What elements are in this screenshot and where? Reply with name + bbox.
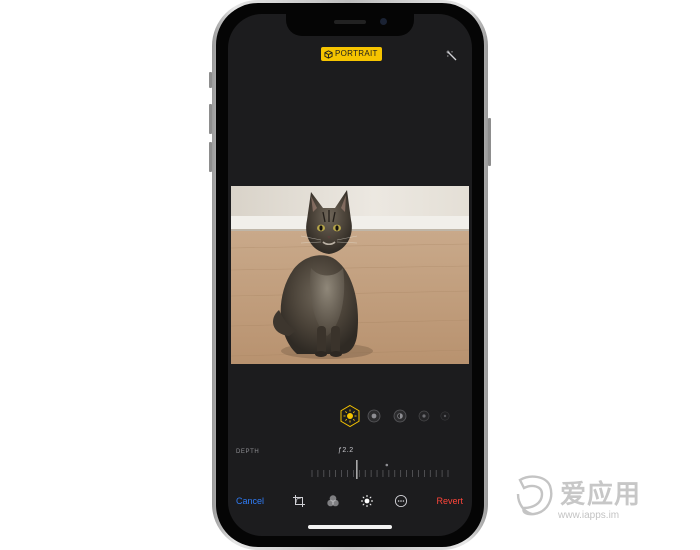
aperture-value: ƒ2.2 — [338, 447, 354, 454]
notch — [286, 14, 414, 36]
depth-slider[interactable] — [310, 458, 450, 482]
watermark: 爱应用 www.iapps.im — [512, 470, 692, 530]
front-camera — [380, 18, 387, 25]
revert-button[interactable]: Revert — [436, 496, 463, 506]
stage-light-mono-icon[interactable] — [439, 410, 451, 422]
mute-switch — [209, 72, 212, 88]
contour-light-icon[interactable] — [392, 408, 408, 424]
photo-preview[interactable] — [231, 186, 469, 364]
watermark-title: 爱应用 — [560, 480, 642, 510]
speaker-grille — [334, 20, 366, 24]
magic-wand-icon[interactable] — [446, 50, 458, 62]
volume-up-button — [209, 104, 212, 134]
natural-light-icon[interactable] — [338, 404, 362, 428]
cat-photo — [231, 186, 469, 364]
edit-toolbar: Cancel Revert — [228, 492, 472, 512]
portrait-mode-badge[interactable]: PORTRAIT — [321, 47, 382, 61]
studio-light-icon[interactable] — [366, 408, 382, 424]
home-indicator[interactable] — [308, 525, 392, 529]
crop-icon[interactable] — [292, 494, 306, 508]
depth-label: DEPTH — [236, 449, 260, 455]
filters-icon[interactable] — [326, 494, 340, 508]
stage-light-icon[interactable] — [417, 409, 431, 423]
portrait-badge-label: PORTRAIT — [335, 49, 378, 58]
cancel-button[interactable]: Cancel — [236, 496, 264, 506]
watermark-logo-icon — [516, 475, 553, 516]
watermark-url: www.iapps.im — [558, 510, 620, 521]
depth-default-marker — [385, 463, 389, 467]
cube-icon — [324, 49, 333, 59]
phone-screen: PORTRAIT DEPTH ƒ2.2 Cancel Revert — [228, 14, 472, 536]
volume-down-button — [209, 142, 212, 172]
portrait-lighting-selector — [338, 404, 468, 428]
more-icon[interactable] — [394, 494, 408, 508]
screenshot: PORTRAIT DEPTH ƒ2.2 Cancel Revert 爱应用 ww… — [0, 0, 700, 550]
power-button — [488, 118, 491, 166]
lighting-adjust-icon[interactable] — [360, 494, 374, 508]
